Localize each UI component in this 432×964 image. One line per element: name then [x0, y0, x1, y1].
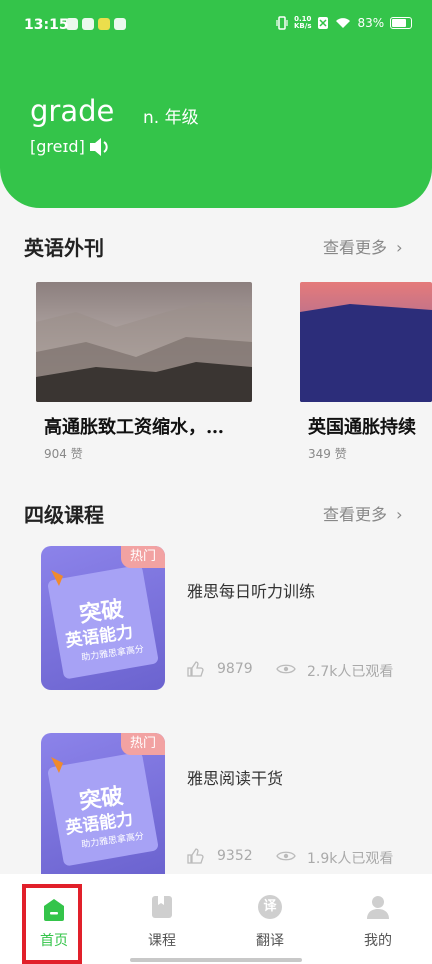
sunset-image — [300, 282, 432, 402]
tab-home[interactable]: 首页 — [24, 894, 84, 950]
sim-off-icon — [318, 17, 329, 29]
eye-icon — [276, 851, 296, 861]
wifi-icon — [336, 18, 351, 28]
article-likes: 349 赞 — [308, 447, 347, 461]
eye-icon — [276, 664, 296, 674]
thumbs-up-icon[interactable] — [186, 660, 204, 678]
home-icon — [44, 899, 64, 921]
article-image[interactable] — [300, 282, 432, 402]
vibrate-icon — [276, 16, 288, 30]
article-likes: 904 赞 — [44, 447, 83, 461]
chevron-right-icon: › — [396, 238, 403, 257]
net-speed: 0.10 KB/s — [294, 15, 312, 30]
user-icon — [367, 896, 389, 919]
magazine-see-more[interactable]: 查看更多 › — [323, 234, 403, 258]
tab-translate[interactable]: 译 翻译 — [240, 894, 300, 950]
status-right: 0.10 KB/s 83% — [276, 15, 413, 30]
word-meaning: n. 年级 — [143, 108, 199, 128]
mountain-image — [36, 282, 252, 402]
hot-badge: 热门 — [121, 733, 165, 755]
course-title[interactable]: 雅思阅读干货 — [187, 765, 283, 789]
book-icon — [152, 896, 172, 918]
course-views: 2.7k人已观看 — [307, 664, 394, 680]
tab-label: 首页 — [40, 933, 68, 949]
status-time: 13:15 — [24, 17, 69, 33]
course-likes: 9352 — [217, 848, 253, 864]
chevron-right-icon: › — [396, 505, 403, 524]
tab-mine[interactable]: 我的 — [348, 894, 408, 950]
speaker-icon[interactable] — [88, 136, 112, 158]
thumbs-up-icon[interactable] — [186, 847, 204, 865]
word-text: grade — [30, 94, 115, 128]
course-views: 1.9k人已观看 — [307, 851, 394, 867]
translate-icon: 译 — [258, 895, 282, 919]
course-cover[interactable]: 热门 突破 英语能力 助力雅思拿高分 — [41, 546, 165, 690]
battery-icon — [390, 17, 413, 29]
tab-label: 翻译 — [256, 933, 284, 949]
course-title[interactable]: 雅思每日听力训练 — [187, 578, 315, 602]
app-icon — [66, 18, 78, 30]
hot-badge: 热门 — [121, 546, 165, 568]
course-section-title: 四级课程 — [24, 503, 104, 527]
app-icon — [98, 18, 110, 30]
course-likes: 9879 — [217, 661, 253, 677]
battery-percent: 83% — [357, 16, 385, 30]
tab-course[interactable]: 课程 — [132, 894, 192, 950]
word-phonetic: [greɪd] — [30, 137, 85, 156]
app-icon — [82, 18, 94, 30]
notification-icons — [66, 18, 126, 30]
course-see-more[interactable]: 查看更多 › — [323, 501, 403, 525]
home-indicator — [130, 958, 302, 962]
article-image[interactable] — [36, 282, 252, 402]
article-title[interactable]: 英国通胀持续 — [308, 413, 432, 439]
article-title[interactable]: 高通胀致工资缩水，… — [44, 413, 224, 439]
course-cover[interactable]: 热门 突破 英语能力 助力雅思拿高分 — [41, 733, 165, 874]
app-icon — [114, 18, 126, 30]
tab-label: 课程 — [148, 933, 176, 949]
magazine-section-title: 英语外刊 — [24, 236, 104, 260]
tab-label: 我的 — [364, 933, 392, 949]
